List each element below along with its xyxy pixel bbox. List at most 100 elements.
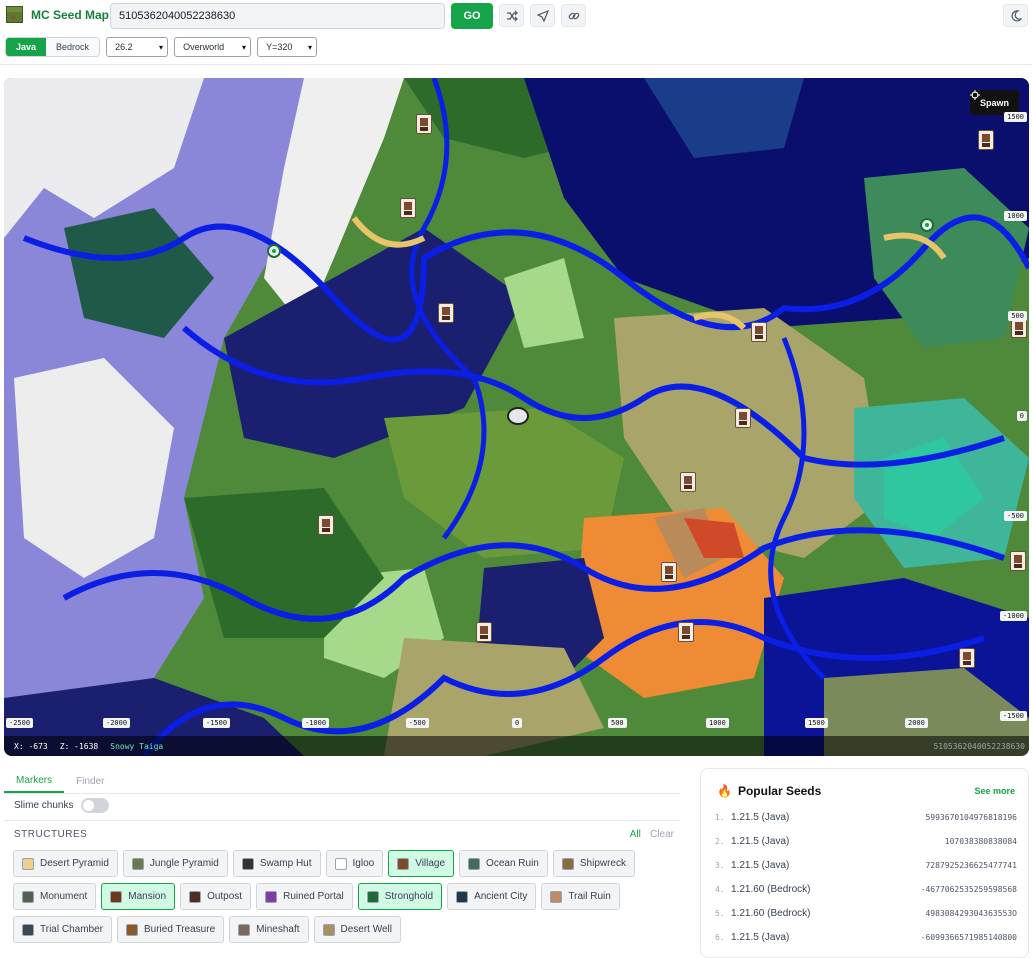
village-icon xyxy=(397,857,410,870)
structure-chip-stronghold[interactable]: Stronghold xyxy=(357,883,443,910)
village-marker[interactable] xyxy=(735,408,751,428)
village-marker[interactable] xyxy=(416,114,432,134)
desert-well-icon xyxy=(322,923,335,936)
structure-chip-label: Ancient City xyxy=(474,891,528,902)
structure-chip-desert-pyramid[interactable]: Desert Pyramid xyxy=(13,850,118,877)
x-coordinate: X: -673 xyxy=(14,741,48,751)
structure-chip-label: Monument xyxy=(40,891,88,902)
structure-chip-ocean-ruin[interactable]: Ocean Ruin xyxy=(459,850,548,877)
monument-marker[interactable] xyxy=(507,407,529,425)
structure-chip-label: Trail Ruin xyxy=(568,891,611,902)
village-marker[interactable] xyxy=(959,648,975,668)
link-icon[interactable] xyxy=(561,4,586,27)
structure-chip-label: Swamp Hut xyxy=(259,858,312,869)
popular-seeds-panel: 🔥 Popular Seeds See more 1. 1.21.5 (Java)… xyxy=(700,768,1029,958)
village-marker[interactable] xyxy=(1010,551,1026,571)
slime-chunks-toggle[interactable] xyxy=(81,798,110,813)
stronghold-icon xyxy=(366,890,379,903)
structure-chip-jungle-pyramid[interactable]: Jungle Pyramid xyxy=(122,850,228,877)
go-button[interactable]: GO xyxy=(451,3,493,29)
seed-version: 1.21.5 (Java) xyxy=(731,835,790,847)
structure-chip-label: Shipwreck xyxy=(579,858,626,869)
structure-chip-mineshaft[interactable]: Mineshaft xyxy=(229,916,309,943)
village-marker[interactable] xyxy=(318,515,334,535)
popular-seeds-title: Popular Seeds xyxy=(737,784,822,798)
village-marker[interactable] xyxy=(678,622,694,642)
dimension-value: Overworld xyxy=(183,42,225,52)
popular-seed-row[interactable]: 1. 1.21.5 (Java) 5993670104976818196 xyxy=(715,809,1017,825)
select-all-link[interactable]: All xyxy=(630,829,641,840)
seed-watermark: 5105362040052238630 xyxy=(933,741,1025,751)
dimension-select[interactable]: Overworld ▾ xyxy=(174,37,252,57)
edition-bedrock[interactable]: Bedrock xyxy=(46,38,100,56)
grass-block-icon xyxy=(6,6,23,23)
village-marker[interactable] xyxy=(1011,318,1027,338)
popular-seed-row[interactable]: 3. 1.21.5 (Java) 7287925236625477741 xyxy=(715,857,1017,873)
village-marker[interactable] xyxy=(476,622,492,642)
seed-version: 1.21.60 (Bedrock) xyxy=(731,907,811,919)
popular-seed-row[interactable]: 2. 1.21.5 (Java) 107038380838084 xyxy=(715,833,1017,849)
x-tick: 500 xyxy=(608,718,627,728)
y-tick: 1500 xyxy=(1004,112,1027,122)
structure-chip-buried-treasure[interactable]: Buried Treasure xyxy=(116,916,225,943)
structure-chip-monument[interactable]: Monument xyxy=(13,883,97,910)
structure-chip-desert-well[interactable]: Desert Well xyxy=(313,916,401,943)
height-value: Y=320 xyxy=(266,42,293,52)
ruined-portal-icon xyxy=(265,890,278,903)
stronghold-marker[interactable] xyxy=(267,244,281,258)
tab-finder[interactable]: Finder xyxy=(64,770,116,793)
seed-map[interactable]: Spawn -2500 -2000 -1500 -1000 -500 0 500… xyxy=(4,78,1029,756)
structure-chip-mansion[interactable]: Mansion xyxy=(101,883,176,910)
version-select[interactable]: 26.2 ▾ xyxy=(106,37,169,57)
chevron-down-icon: ▾ xyxy=(308,42,313,52)
village-marker[interactable] xyxy=(978,130,994,150)
stronghold-marker[interactable] xyxy=(920,218,934,232)
see-more-link[interactable]: See more xyxy=(974,786,1015,796)
structure-chip-label: Ruined Portal xyxy=(283,891,344,902)
seed-version: 1.21.60 (Bedrock) xyxy=(731,883,811,895)
navigate-icon[interactable] xyxy=(530,4,555,27)
structure-chip-ruined-portal[interactable]: Ruined Portal xyxy=(256,883,353,910)
shuffle-icon[interactable] xyxy=(499,4,524,27)
structure-chip-igloo[interactable]: Igloo xyxy=(325,850,384,877)
structure-chip-swamp-hut[interactable]: Swamp Hut xyxy=(232,850,321,877)
structure-chip-ancient-city[interactable]: Ancient City xyxy=(447,883,537,910)
seed-value: 5993670104976818196 xyxy=(925,812,1017,822)
y-tick: -1000 xyxy=(999,611,1027,621)
brand[interactable]: MC Seed Map xyxy=(6,6,109,23)
structure-chip-label: Igloo xyxy=(352,858,375,869)
popular-seed-row[interactable]: 4. 1.21.60 (Bedrock) -4677062535259598568 xyxy=(715,881,1017,897)
seed-input[interactable] xyxy=(110,3,445,29)
options-row: Java Bedrock 26.2 ▾ Overworld ▾ Y=320 ▾ xyxy=(5,37,318,57)
y-tick: 1000 xyxy=(1004,211,1027,221)
village-marker[interactable] xyxy=(661,562,677,582)
structure-chip-outpost[interactable]: Outpost xyxy=(180,883,252,910)
structure-chip-trail-ruin[interactable]: Trail Ruin xyxy=(541,883,620,910)
ocean-ruin-icon xyxy=(468,857,481,870)
popular-seed-row[interactable]: 5. 1.21.60 (Bedrock) 498308429304363553O xyxy=(715,905,1017,921)
seed-value: 7287925236625477741 xyxy=(925,860,1017,870)
structures-heading: STRUCTURES xyxy=(14,829,88,840)
village-marker[interactable] xyxy=(400,198,416,218)
x-tick: 2000 xyxy=(905,718,928,728)
theme-icon[interactable] xyxy=(1003,4,1028,27)
clear-link[interactable]: Clear xyxy=(650,829,674,840)
village-marker[interactable] xyxy=(438,303,454,323)
village-marker[interactable] xyxy=(680,472,696,492)
structure-chip-label: Stronghold xyxy=(384,891,434,902)
structure-chip-village[interactable]: Village xyxy=(388,850,455,877)
spawn-label: Spawn xyxy=(979,97,1009,108)
monument-icon xyxy=(22,890,34,903)
seed-value: -4677062535259598568 xyxy=(920,884,1017,894)
structure-chip-shipwreck[interactable]: Shipwreck xyxy=(552,850,635,877)
village-marker[interactable] xyxy=(751,322,767,342)
chevron-down-icon: ▾ xyxy=(242,42,247,52)
popular-seed-row[interactable]: 6. 1.21.5 (Java) -6099366571985140800 xyxy=(715,929,1017,945)
structure-chip-trial-chamber[interactable]: Trial Chamber xyxy=(13,916,112,943)
coordinate-readout: X: -673 Z: -1638 Snowy Taiga 51053620400… xyxy=(4,736,1029,756)
structure-chip-label: Desert Well xyxy=(340,924,393,935)
edition-java[interactable]: Java xyxy=(6,38,47,56)
tab-markers[interactable]: Markers xyxy=(4,770,65,793)
height-select[interactable]: Y=320 ▾ xyxy=(257,37,318,57)
swamp-hut-icon xyxy=(241,857,254,870)
